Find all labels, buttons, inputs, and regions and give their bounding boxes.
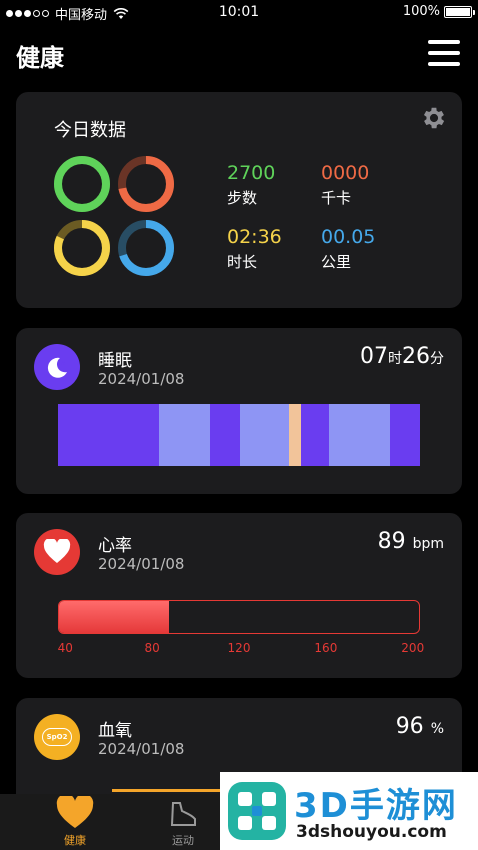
sleep-minutes: 26: [402, 344, 430, 369]
heart-rate-icon: [34, 529, 80, 575]
distance-value: 00.05: [321, 226, 376, 248]
duration-value: 02:36: [227, 226, 282, 248]
moon-icon: z: [47, 357, 67, 378]
spo2-date: 2024/01/08: [98, 740, 185, 758]
battery-icon: [444, 5, 475, 18]
sleep-minutes-unit: 分: [430, 351, 444, 367]
menu-button[interactable]: [428, 40, 460, 66]
tab-health-label: 健康: [64, 834, 86, 847]
heart-rate-value-wrap: 89 bpm: [378, 529, 444, 554]
sleep-hours: 07: [360, 344, 388, 369]
shoe-icon: [170, 802, 196, 826]
heart-rate-card[interactable]: 心率 2024/01/08 89 bpm 40 80 120 160 200: [16, 513, 462, 678]
status-right: 100%: [402, 4, 475, 19]
distance-label: 公里: [321, 253, 352, 271]
sleep-segment-deep: [209, 404, 241, 466]
distance-ring: [118, 220, 174, 276]
sleep-date: 2024/01/08: [98, 370, 185, 388]
today-data-title: 今日数据: [54, 120, 126, 141]
calories-value: 0000: [321, 162, 370, 184]
heart-rate-scale: 40 80 120 160 200: [57, 641, 425, 657]
sleep-segment-light: [159, 404, 210, 466]
sleep-icon: z: [34, 344, 80, 390]
tab-sport[interactable]: 运动: [148, 794, 218, 850]
sleep-segment-awake: [288, 404, 301, 466]
menu-icon: [428, 40, 460, 44]
steps-stat: 2700 步数: [227, 162, 275, 208]
distance-stat: 00.05 公里: [321, 226, 375, 272]
battery-percent: 100%: [402, 4, 440, 19]
sleep-segment-light: [240, 404, 289, 466]
calories-label: 千卡: [321, 189, 352, 207]
heart-rate-tick: 80: [144, 641, 160, 655]
steps-ring: [54, 156, 110, 212]
heart-rate-track: [58, 600, 420, 634]
sleep-segment-deep: [58, 404, 160, 466]
watermark-brand: 3D手游网: [294, 786, 458, 826]
duration-ring: [54, 220, 110, 276]
watermark: 3D手游网 3dshouyou.com: [220, 772, 478, 850]
today-data-card[interactable]: 今日数据 2700 步数 0000 千卡 02:36 时长 00.05 公里: [16, 92, 462, 308]
heart-rate-tick: 40: [57, 641, 73, 655]
heart-icon: [56, 796, 94, 828]
heart-rate-unit: bpm: [412, 536, 444, 552]
watermark-url: 3dshouyou.com: [296, 822, 447, 842]
spo2-value: 96: [395, 714, 424, 739]
duration-stat: 02:36 时长: [227, 226, 282, 272]
heart-rate-tick: 120: [227, 641, 251, 655]
steps-label: 步数: [227, 189, 258, 207]
sleep-title: 睡眠: [98, 351, 132, 371]
heart-rate-value: 89: [377, 529, 406, 554]
page-title: 健康: [16, 44, 64, 72]
sleep-segment-light: [329, 404, 390, 466]
spo2-unit: %: [430, 721, 444, 737]
heart-rate-fill: [59, 601, 170, 633]
duration-label: 时长: [227, 253, 258, 271]
calories-ring: [118, 156, 174, 212]
sleep-card[interactable]: z 睡眠 2024/01/08 07时26分: [16, 328, 462, 494]
heart-rate-tick: 200: [401, 641, 425, 655]
heart-rate-date: 2024/01/08: [98, 555, 185, 573]
sleep-segment-deep: [389, 404, 420, 466]
svg-text:z: z: [61, 359, 65, 367]
sleep-duration: 07时26分: [360, 344, 444, 369]
sleep-stage-bar: [58, 404, 420, 466]
spo2-title: 血氧: [98, 721, 132, 741]
sleep-hours-unit: 时: [388, 351, 402, 367]
heart-rate-title: 心率: [98, 536, 132, 556]
spo2-icon: SpO2: [34, 714, 80, 760]
watermark-logo-icon: [228, 782, 286, 840]
app-header: 健康: [0, 28, 478, 78]
heart-icon: [43, 539, 71, 563]
tab-sport-label: 运动: [172, 834, 194, 847]
sleep-segment-deep: [300, 404, 329, 466]
status-bar: 中国移动 10:01 100%: [0, 0, 478, 24]
spo2-value-wrap: 96 %: [396, 714, 444, 739]
spo2-icon-label: SpO2: [42, 728, 72, 746]
steps-value: 2700: [227, 162, 276, 184]
tab-health[interactable]: 健康: [40, 794, 110, 850]
calories-stat: 0000 千卡: [321, 162, 369, 208]
heart-rate-tick: 160: [314, 641, 338, 655]
gear-icon[interactable]: [420, 104, 448, 132]
ring-progress: [54, 156, 110, 212]
